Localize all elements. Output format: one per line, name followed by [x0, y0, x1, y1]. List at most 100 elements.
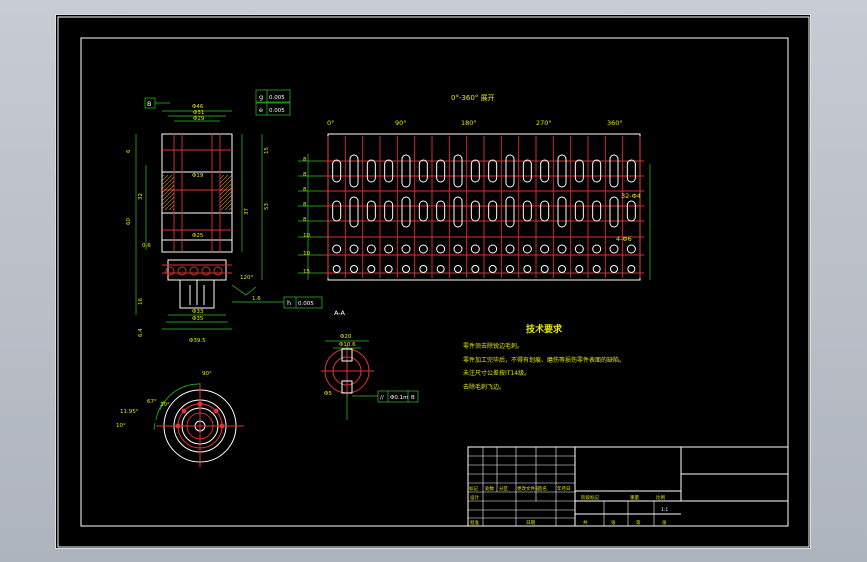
slot: [540, 159, 550, 183]
tol-cyl-ref: B: [411, 395, 415, 401]
slot: [505, 154, 515, 188]
slot: [453, 196, 463, 228]
tech-title: 技术要求: [526, 323, 563, 335]
slot: [349, 196, 359, 228]
angle-label-90: 90°: [395, 119, 407, 127]
slot: [384, 200, 394, 222]
hole: [558, 265, 566, 273]
tech-note: 零件须去除锐边毛刺。: [463, 342, 523, 350]
hole: [522, 244, 532, 254]
dim-d5: Φ5: [324, 391, 332, 397]
tol-cyl-value: Φ0.1m: [390, 395, 408, 401]
slot: [401, 196, 411, 228]
tb-date: 日期: [526, 520, 535, 526]
hole: [523, 265, 532, 273]
hole: [332, 244, 342, 254]
dim-16: 16: [138, 298, 144, 305]
title-block: 标记 处数 分区 更改文件号 签名 年月日 设计 阶段标记 重量 比例 1:1 …: [467, 446, 789, 527]
datum-b-label: B: [147, 100, 151, 108]
hole: [557, 244, 567, 254]
ls-row-value: 15: [303, 269, 310, 275]
dim-1-6: 1.6: [252, 296, 261, 302]
slot: [522, 159, 532, 183]
hole: [488, 244, 498, 254]
tb-label: 年月日: [557, 485, 571, 492]
bottom-circular-view: 90° 67° 30° 11.95° 10°: [116, 371, 244, 467]
slot: [366, 159, 376, 183]
dim-d10-6: Φ10.6: [339, 342, 356, 348]
tb-scale-label: 比例: [656, 494, 665, 501]
slot: [609, 196, 619, 228]
tb-label: 标记: [469, 485, 478, 492]
slot: [453, 154, 463, 188]
hole: [418, 244, 428, 254]
hole: [470, 244, 480, 254]
angle-67-label: 67°: [147, 399, 157, 405]
tb-label: 分区: [499, 485, 508, 492]
tb-design: 设计: [470, 494, 479, 501]
tol-e-value: 0.005: [269, 108, 285, 114]
slot: [332, 200, 342, 222]
tol-g-symbol: g: [259, 93, 263, 101]
slot: [557, 154, 567, 188]
slot: [626, 159, 636, 183]
ls-row-value: 10: [303, 251, 310, 257]
tech-note: 去除毛刺飞边。: [463, 383, 505, 391]
ls-row-value: 8: [303, 217, 307, 223]
hole: [350, 265, 358, 273]
tb-stage: 阶段标记: [581, 494, 599, 501]
annotation-32-holes: 32-Φ4: [621, 192, 641, 200]
slot: [418, 200, 428, 222]
tb-sheet-no: 第: [636, 519, 641, 526]
slot: [574, 200, 584, 222]
hole: [419, 265, 428, 273]
front-section-view: Φ46 Φ31 Φ29 Φ19 Φ25 Φ33 Φ35 Φ39.5 60 32 …: [126, 89, 323, 344]
angle-10-label: 10°: [116, 423, 126, 429]
slot: [349, 154, 359, 188]
hole: [384, 265, 393, 273]
dim-0-6: 0.6: [142, 243, 151, 249]
tol-h-symbol: h: [287, 299, 291, 307]
slot: [436, 200, 446, 222]
dim-120: 120°: [240, 275, 253, 281]
slot: [609, 154, 619, 188]
ls-row-value: 8: [303, 187, 307, 193]
slot: [505, 196, 515, 228]
angle-30-label: 30°: [160, 402, 170, 408]
dim-d19: Φ19: [192, 173, 204, 179]
tb-sheet-total: 共: [583, 519, 588, 526]
angle-11-label: 11.95°: [120, 409, 139, 415]
slot: [557, 196, 567, 228]
slot: [418, 159, 428, 183]
hole: [592, 244, 602, 254]
angle-label-180: 180°: [461, 119, 477, 127]
angle-label-0: 0°: [327, 119, 334, 127]
hole: [609, 244, 619, 254]
drawing-frame: [57, 16, 810, 548]
hole: [367, 265, 376, 273]
hole: [454, 265, 462, 273]
cad-viewport[interactable]: 0°-360° 展开 0° 90° 180° 270° 360° 32-Φ4 4…: [55, 14, 811, 549]
tech-note: 零件加工完毕后，不得有划痕、磨伤等损伤零件表面的缺陷。: [463, 356, 625, 364]
dim-d20: Φ20: [340, 334, 352, 340]
section-a-a-view: A-A Φ20 Φ10.6 Φ5 // Φ0.1m B: [321, 309, 419, 420]
tb-label: 更改文件号: [517, 485, 540, 492]
technical-requirements: 技术要求 零件须去除锐边毛刺。 零件加工完毕后，不得有划痕、磨伤等损伤零件表面的…: [463, 323, 625, 391]
ls-row-value: 8: [303, 172, 307, 178]
slot: [332, 159, 342, 183]
dim-d25: Φ25: [192, 233, 204, 239]
dim-d35: Φ35: [192, 316, 204, 322]
cad-drawing: 0°-360° 展开 0° 90° 180° 270° 360° 32-Φ4 4…: [57, 16, 810, 548]
tech-note: 未注尺寸公差按IT14级。: [463, 369, 530, 377]
hole: [540, 265, 549, 273]
slot: [592, 200, 602, 222]
hole: [505, 244, 515, 254]
hole: [488, 265, 497, 273]
slot: [470, 200, 480, 222]
dim-6: 6: [126, 149, 132, 153]
tol-h-value: 0.005: [298, 301, 314, 307]
dim-d33: Φ33: [192, 309, 204, 315]
hole: [401, 244, 411, 254]
slot: [436, 159, 446, 183]
slot: [470, 159, 480, 183]
